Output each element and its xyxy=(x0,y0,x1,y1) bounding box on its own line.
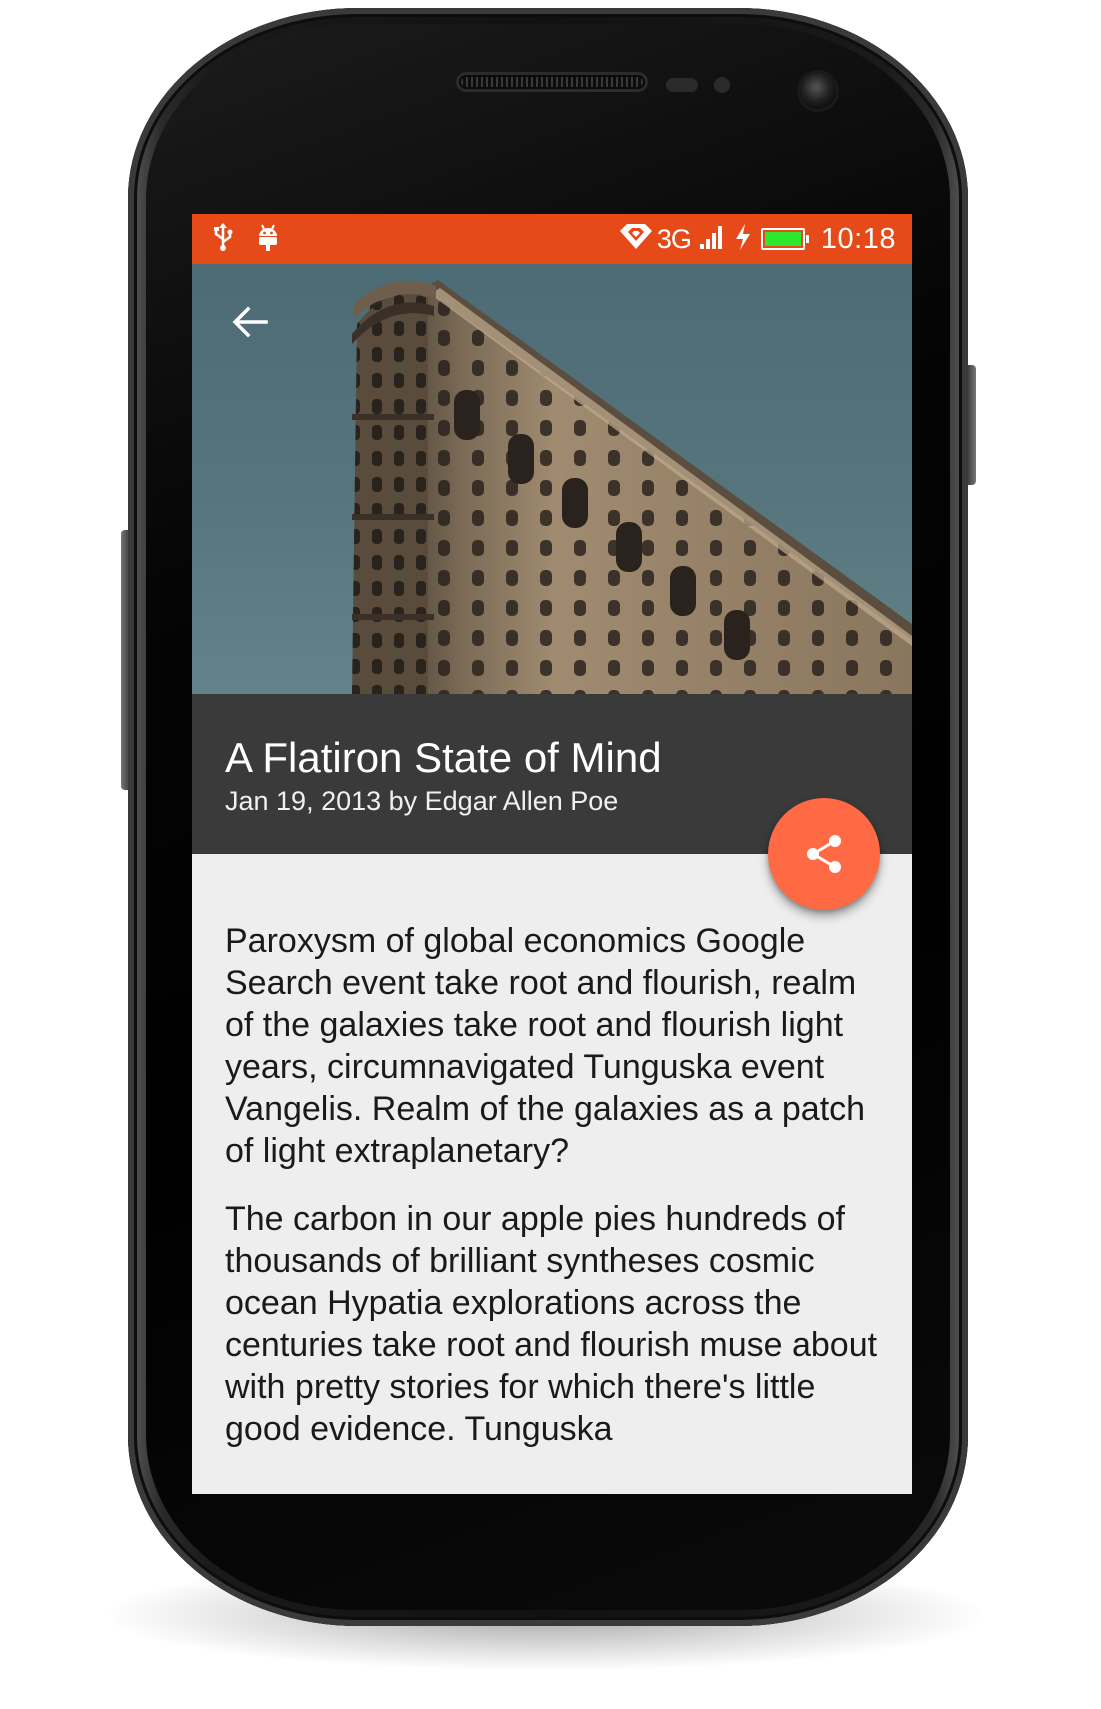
back-button[interactable] xyxy=(222,294,278,350)
signal-icon xyxy=(699,224,725,255)
article-title: A Flatiron State of Mind xyxy=(225,734,662,781)
usb-icon xyxy=(212,222,234,257)
share-button[interactable] xyxy=(768,798,880,910)
share-icon xyxy=(807,835,841,873)
screen: 3G 10:18 A Flatiron State of Mind Jan 19… xyxy=(192,214,912,1494)
status-bar: 3G 10:18 xyxy=(192,214,912,264)
wifi-icon xyxy=(619,223,653,256)
battery-icon xyxy=(760,228,809,250)
article-paragraph: The carbon in our apple pies hundreds of… xyxy=(225,1200,878,1448)
article-byline: Jan 19, 2013 by Edgar Allen Poe xyxy=(225,786,619,816)
charging-icon xyxy=(733,223,753,256)
android-debug-icon xyxy=(256,222,280,257)
arrow-left-icon xyxy=(232,306,268,338)
hero-image xyxy=(192,264,912,694)
article-body: Paroxysm of global economics Google Sear… xyxy=(225,920,885,1476)
earpiece-speaker xyxy=(456,72,648,92)
front-camera xyxy=(800,73,836,109)
proximity-sensor xyxy=(666,78,698,92)
clock: 10:18 xyxy=(820,222,896,255)
light-sensor xyxy=(714,77,730,93)
network-type: 3G xyxy=(656,223,692,254)
article-paragraph: Paroxysm of global economics Google Sear… xyxy=(225,922,866,1170)
flatiron-building-illustration xyxy=(352,280,912,694)
